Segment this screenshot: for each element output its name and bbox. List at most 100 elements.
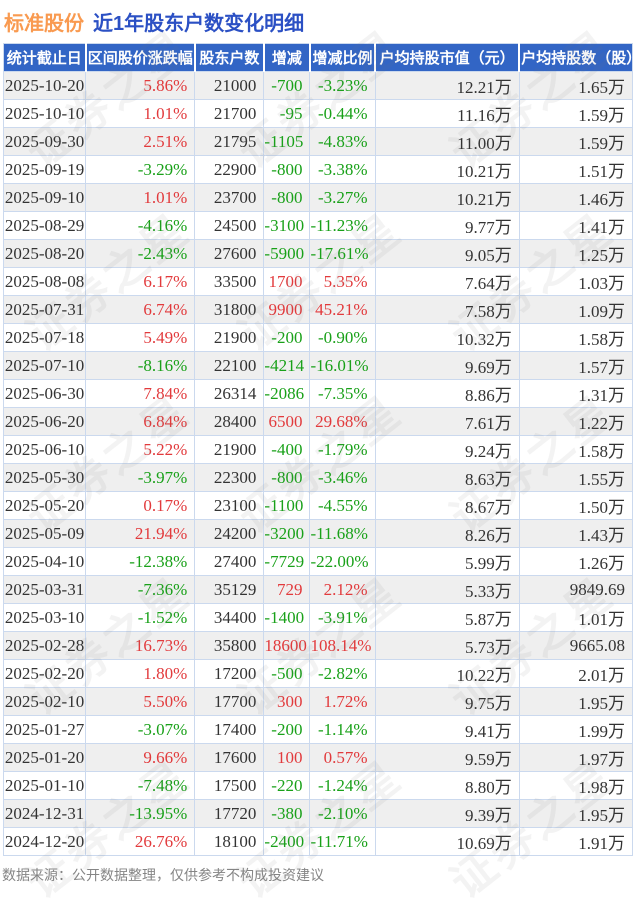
- cell-date: 2025-07-10: [2, 351, 87, 380]
- cell-date: 2024-12-31: [2, 799, 87, 828]
- cell-delta: -4214: [263, 351, 311, 380]
- table-row: 2025-02-28 16.73% 35800 18600 108.14% 5.…: [2, 631, 634, 660]
- cell-delta-pct: 45.21%: [309, 295, 376, 324]
- cell-holders: 33500: [194, 267, 265, 296]
- report-title: 近1年股东户数变化明细: [93, 13, 305, 35]
- cell-delta: -1105: [263, 127, 311, 156]
- cell-avg-shares: 9665.08: [518, 631, 634, 660]
- cell-holders: 17200: [194, 659, 265, 688]
- cell-delta-pct: 5.35%: [309, 267, 376, 296]
- table-row: 2025-06-20 6.84% 28400 6500 29.68% 7.61万…: [2, 407, 634, 436]
- cell-delta: -220: [263, 771, 311, 800]
- cell-avg-value: 11.16万: [374, 99, 520, 128]
- cell-avg-shares: 1.55万: [518, 463, 634, 492]
- cell-date: 2025-08-29: [2, 211, 87, 240]
- cell-avg-shares: 1.46万: [518, 183, 634, 212]
- cell-delta: -3100: [263, 211, 311, 240]
- table-header: 统计截止日 区间股价涨跌幅 股东户数 增减 增减比例 户均持股市值（元） 户均持…: [3, 43, 633, 72]
- cell-delta-pct: 2.12%: [309, 575, 376, 604]
- cell-avg-value: 7.61万: [374, 407, 520, 436]
- cell-holders: 21700: [194, 99, 265, 128]
- shareholder-table: 统计截止日 区间股价涨跌幅 股东户数 增减 增减比例 户均持股市值（元） 户均持…: [2, 43, 634, 856]
- cell-date: 2025-06-10: [2, 435, 87, 464]
- cell-holders: 17400: [194, 715, 265, 744]
- cell-date: 2025-02-28: [2, 631, 87, 660]
- table-row: 2025-02-20 1.80% 17200 -500 -2.82% 10.22…: [2, 659, 634, 688]
- cell-date: 2025-05-30: [2, 463, 87, 492]
- cell-avg-value: 11.00万: [374, 127, 520, 156]
- cell-avg-value: 9.41万: [374, 715, 520, 744]
- cell-delta: -500: [263, 659, 311, 688]
- cell-delta: 1700: [263, 267, 311, 296]
- cell-avg-value: 8.26万: [374, 519, 520, 548]
- cell-delta-pct: -1.14%: [309, 715, 376, 744]
- cell-avg-shares: 1.50万: [518, 491, 634, 520]
- cell-avg-value: 9.59万: [374, 743, 520, 772]
- cell-delta-pct: -3.46%: [309, 463, 376, 492]
- col-header-delta-pct: 增减比例: [309, 43, 377, 72]
- cell-date: 2025-01-10: [2, 771, 87, 800]
- cell-price-change: 6.74%: [85, 295, 196, 324]
- cell-avg-value: 9.24万: [374, 435, 520, 464]
- cell-holders: 35800: [194, 631, 265, 660]
- cell-price-change: 5.50%: [85, 687, 196, 716]
- col-header-price-change: 区间股价涨跌幅: [85, 43, 196, 72]
- cell-date: 2025-09-19: [2, 155, 87, 184]
- cell-delta-pct: -17.61%: [309, 239, 376, 268]
- cell-avg-shares: 2.01万: [518, 659, 634, 688]
- cell-delta: -700: [263, 71, 311, 100]
- cell-delta-pct: -1.24%: [309, 771, 376, 800]
- cell-delta: 300: [263, 687, 311, 716]
- cell-price-change: 7.84%: [85, 379, 196, 408]
- cell-holders: 17700: [194, 687, 265, 716]
- table-row: 2025-01-10 -7.48% 17500 -220 -1.24% 8.80…: [2, 771, 634, 800]
- cell-holders: 26314: [194, 379, 265, 408]
- cell-delta: 9900: [263, 295, 311, 324]
- cell-holders: 28400: [194, 407, 265, 436]
- cell-avg-shares: 1.57万: [518, 351, 634, 380]
- cell-avg-shares: 1.95万: [518, 799, 634, 828]
- cell-date: 2025-04-10: [2, 547, 87, 576]
- table-row: 2025-08-20 -2.43% 27600 -5900 -17.61% 9.…: [2, 239, 634, 268]
- cell-holders: 21900: [194, 435, 265, 464]
- table-row: 2025-07-10 -8.16% 22100 -4214 -16.01% 9.…: [2, 351, 634, 380]
- cell-delta: -3200: [263, 519, 311, 548]
- cell-delta-pct: -4.55%: [309, 491, 376, 520]
- cell-price-change: 16.73%: [85, 631, 196, 660]
- cell-price-change: -7.36%: [85, 575, 196, 604]
- cell-avg-shares: 1.43万: [518, 519, 634, 548]
- cell-delta-pct: -3.91%: [309, 603, 376, 632]
- cell-delta: -2086: [263, 379, 311, 408]
- table-row: 2024-12-20 26.76% 18100 -2400 -11.71% 10…: [2, 827, 634, 856]
- cell-avg-value: 9.77万: [374, 211, 520, 240]
- cell-holders: 21900: [194, 323, 265, 352]
- cell-avg-value: 7.58万: [374, 295, 520, 324]
- cell-date: 2025-02-10: [2, 687, 87, 716]
- cell-price-change: 0.17%: [85, 491, 196, 520]
- cell-date: 2025-07-31: [2, 295, 87, 324]
- cell-holders: 17500: [194, 771, 265, 800]
- col-header-date: 统计截止日: [3, 43, 87, 72]
- cell-price-change: -3.97%: [85, 463, 196, 492]
- cell-date: 2024-12-20: [2, 827, 87, 856]
- col-header-delta: 增减: [263, 43, 311, 72]
- cell-price-change: 1.80%: [85, 659, 196, 688]
- cell-avg-value: 8.67万: [374, 491, 520, 520]
- cell-avg-value: 9.75万: [374, 687, 520, 716]
- cell-delta: -2400: [263, 827, 311, 856]
- cell-avg-value: 8.80万: [374, 771, 520, 800]
- cell-holders: 27400: [194, 547, 265, 576]
- cell-date: 2025-10-20: [2, 71, 87, 100]
- cell-delta: -200: [263, 323, 311, 352]
- cell-avg-value: 12.21万: [374, 71, 520, 100]
- table-row: 2025-05-30 -3.97% 22300 -800 -3.46% 8.63…: [2, 463, 634, 492]
- cell-avg-value: 10.22万: [374, 659, 520, 688]
- cell-holders: 34400: [194, 603, 265, 632]
- cell-price-change: -13.95%: [85, 799, 196, 828]
- cell-delta-pct: -11.68%: [309, 519, 376, 548]
- cell-date: 2025-03-31: [2, 575, 87, 604]
- cell-avg-shares: 1.97万: [518, 743, 634, 772]
- cell-delta: -200: [263, 715, 311, 744]
- cell-date: 2025-01-20: [2, 743, 87, 772]
- cell-avg-value: 9.69万: [374, 351, 520, 380]
